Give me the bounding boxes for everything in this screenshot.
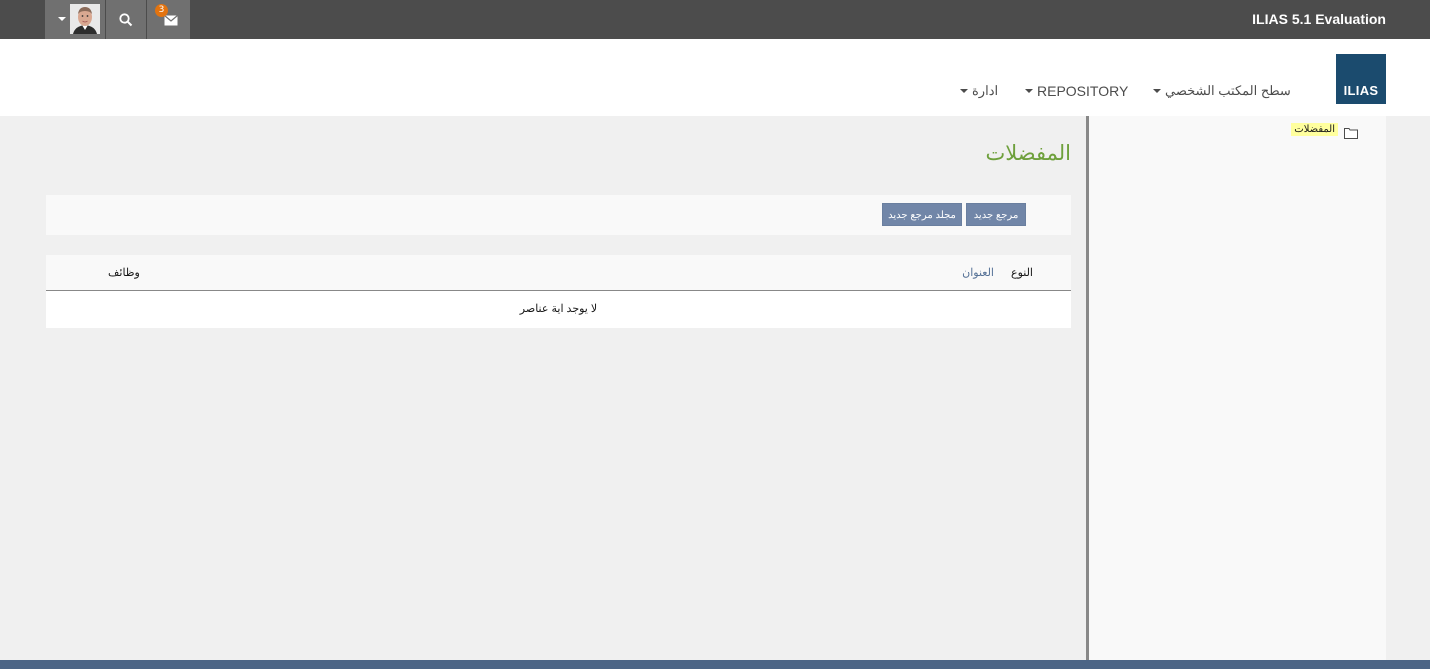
toolbar: مرجع جديد مجلد مرجع جديد: [46, 195, 1071, 235]
column-header-type: النوع: [1011, 267, 1033, 279]
tree-sidebar: المفضلات: [1089, 116, 1386, 660]
column-header-title[interactable]: العنوان: [962, 266, 994, 279]
search-button[interactable]: [106, 0, 146, 39]
logo-text: ILIAS: [1343, 83, 1379, 98]
mail-icon: [164, 14, 178, 25]
chevron-down-icon: [1025, 89, 1033, 93]
ilias-logo[interactable]: ILIAS: [1336, 54, 1386, 104]
menu-administration[interactable]: ادارة: [960, 83, 998, 99]
header: ILIAS سطح المكتب الشخصي REPOSITORY ادارة: [0, 39, 1430, 116]
footer-bar: [0, 660, 1430, 669]
tree-item-label[interactable]: المفضلات: [1291, 123, 1338, 136]
user-menu-caret-icon: [58, 17, 66, 21]
mail-badge: 3: [155, 4, 168, 17]
menu-personal-desktop[interactable]: سطح المكتب الشخصي: [1153, 83, 1291, 99]
new-reference-category-button[interactable]: مجلد مرجع جديد: [882, 203, 962, 226]
page-title: المفضلات: [985, 142, 1071, 165]
column-header-actions: وظائف: [108, 267, 140, 279]
avatar: [70, 4, 100, 34]
mail-button[interactable]: 3: [147, 0, 190, 39]
top-bar: 3 ILIAS 5.1 Evaluation: [0, 0, 1430, 39]
menu-personal-desktop-label: سطح المكتب الشخصي: [1165, 83, 1291, 98]
search-icon: [119, 12, 133, 26]
user-menu-button[interactable]: [45, 0, 105, 39]
top-tools: 3: [45, 0, 190, 39]
tree-item-favorites[interactable]: المفضلات: [1291, 123, 1358, 139]
new-reference-button[interactable]: مرجع جديد: [966, 203, 1026, 226]
installation-title: ILIAS 5.1 Evaluation: [1252, 11, 1386, 27]
table-header: النوع العنوان وظائف: [46, 255, 1071, 291]
chevron-down-icon: [960, 89, 968, 93]
menu-repository[interactable]: REPOSITORY: [1025, 83, 1128, 99]
menu-administration-label: ادارة: [972, 83, 999, 98]
items-table: النوع العنوان وظائف لا يوجد اية عناصر: [46, 255, 1071, 328]
empty-table-message: لا يوجد اية عناصر: [519, 303, 598, 315]
folder-icon: [1344, 124, 1358, 139]
menu-repository-label: REPOSITORY: [1037, 83, 1129, 99]
chevron-down-icon: [1153, 89, 1161, 93]
